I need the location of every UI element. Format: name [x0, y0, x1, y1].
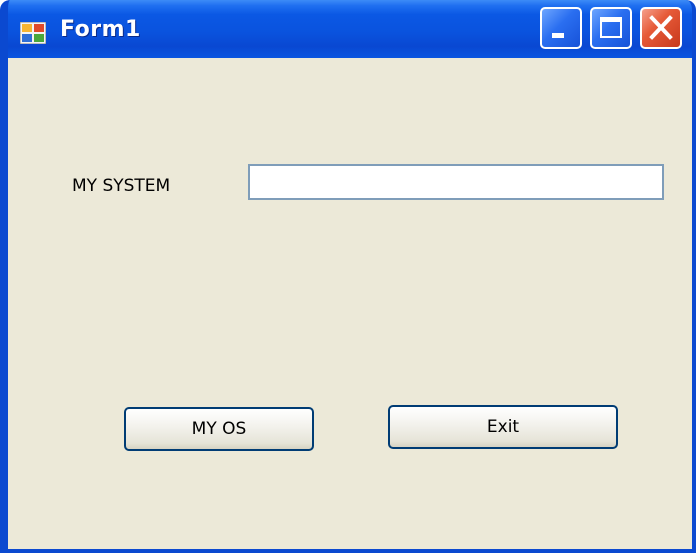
minimize-button[interactable]	[540, 7, 582, 49]
app-icon[interactable]	[19, 21, 47, 45]
my-os-button[interactable]: MY OS	[124, 407, 314, 451]
exit-button[interactable]: Exit	[388, 405, 618, 449]
title-bar[interactable]: Form1	[8, 0, 692, 58]
maximize-icon	[600, 17, 622, 38]
form-client-area: MY SYSTEM MY OS Exit	[8, 58, 692, 549]
my-system-label: MY SYSTEM	[72, 176, 171, 196]
my-system-input[interactable]	[248, 164, 664, 200]
close-icon	[649, 15, 673, 40]
form1-window: Form1 MY SYSTEM MY OS Exit	[0, 0, 696, 553]
window-title: Form1	[60, 17, 141, 42]
minimize-icon	[552, 33, 564, 38]
close-button[interactable]	[640, 7, 682, 49]
maximize-button[interactable]	[590, 7, 632, 49]
